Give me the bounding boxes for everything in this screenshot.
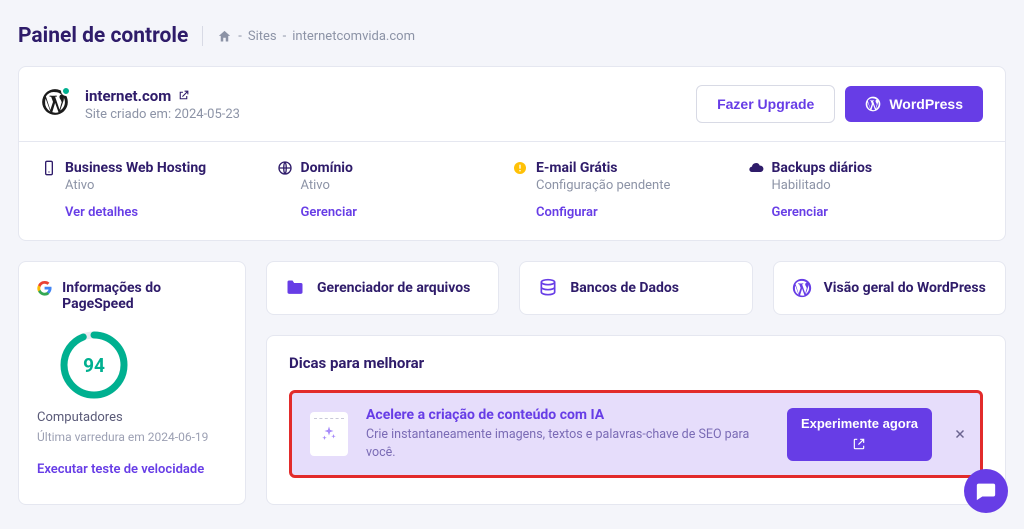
breadcrumb-sites[interactable]: Sites xyxy=(248,29,277,44)
wordpress-button[interactable]: WordPress xyxy=(845,86,983,122)
tip-desc: Crie instantaneamente imagens, textos e … xyxy=(366,426,769,461)
tool-wordpress-overview[interactable]: Visão geral do WordPress xyxy=(773,261,1006,315)
sparkle-icon xyxy=(310,412,348,456)
status-hosting: Business Web Hosting Ativo Ver detalhes xyxy=(41,160,277,220)
home-icon xyxy=(217,29,232,44)
breadcrumb-domain[interactable]: internetcomvida.com xyxy=(292,29,415,44)
external-link-icon[interactable] xyxy=(177,89,190,102)
breadcrumb[interactable]: - Sites - internetcomvida.com xyxy=(217,29,415,44)
page-title: Painel de controle xyxy=(18,24,188,48)
cloud-icon xyxy=(748,160,764,176)
status-sub: Ativo xyxy=(65,178,277,193)
tips-card: Dicas para melhorar Acelere a criação de… xyxy=(266,335,1006,505)
status-dot-icon xyxy=(61,86,71,96)
wordpress-badge xyxy=(41,88,69,120)
status-link-manage[interactable]: Gerenciar xyxy=(772,205,984,220)
pagespeed-card: Informações do PageSpeed 94 Computadores… xyxy=(18,261,246,505)
divider xyxy=(202,26,203,46)
tip-banner: Acelere a criação de conteúdo com IA Cri… xyxy=(289,390,983,478)
status-link-details[interactable]: Ver detalhes xyxy=(65,205,277,220)
breadcrumb-sep: - xyxy=(238,29,242,44)
close-icon[interactable] xyxy=(953,427,967,441)
tips-section-title: Dicas para melhorar xyxy=(289,354,983,372)
upgrade-button[interactable]: Fazer Upgrade xyxy=(696,85,835,123)
pagespeed-scan: Última varredura em 2024-06-19 xyxy=(37,429,227,446)
status-backups: Backups diários Habilitado Gerenciar xyxy=(748,160,984,220)
external-link-icon xyxy=(852,437,866,451)
database-icon xyxy=(538,278,558,298)
chat-icon xyxy=(975,480,997,502)
chat-button[interactable] xyxy=(964,469,1008,513)
folder-icon xyxy=(285,278,305,298)
wordpress-icon xyxy=(792,278,812,298)
pagespeed-gauge: 94 xyxy=(59,330,129,400)
status-domain: Domínio Ativo Gerenciar xyxy=(277,160,513,220)
site-card: internet.com Site criado em: 2024-05-23 … xyxy=(18,66,1006,241)
site-name: internet.com xyxy=(85,87,171,105)
tool-file-manager[interactable]: Gerenciador de arquivos xyxy=(266,261,499,315)
warning-icon xyxy=(512,160,528,176)
try-now-button[interactable]: Experimente agora xyxy=(787,408,932,461)
tip-title: Acelere a criação de conteúdo com IA xyxy=(366,407,769,423)
status-link-manage[interactable]: Gerenciar xyxy=(301,205,513,220)
site-created: Site criado em: 2024-05-23 xyxy=(85,107,240,122)
globe-icon xyxy=(277,160,293,176)
status-link-configure[interactable]: Configurar xyxy=(536,205,748,220)
pagespeed-run-test[interactable]: Executar teste de velocidade xyxy=(37,462,227,477)
status-sub: Ativo xyxy=(301,178,513,193)
pagespeed-device: Computadores xyxy=(37,410,227,425)
device-icon xyxy=(41,160,57,176)
wordpress-icon xyxy=(865,96,881,112)
google-icon xyxy=(37,280,52,296)
tool-databases[interactable]: Bancos de Dados xyxy=(519,261,752,315)
status-email: E-mail Grátis Configuração pendente Conf… xyxy=(512,160,748,220)
status-sub: Configuração pendente xyxy=(536,178,748,193)
breadcrumb-sep: - xyxy=(283,29,287,44)
status-sub: Habilitado xyxy=(772,178,984,193)
